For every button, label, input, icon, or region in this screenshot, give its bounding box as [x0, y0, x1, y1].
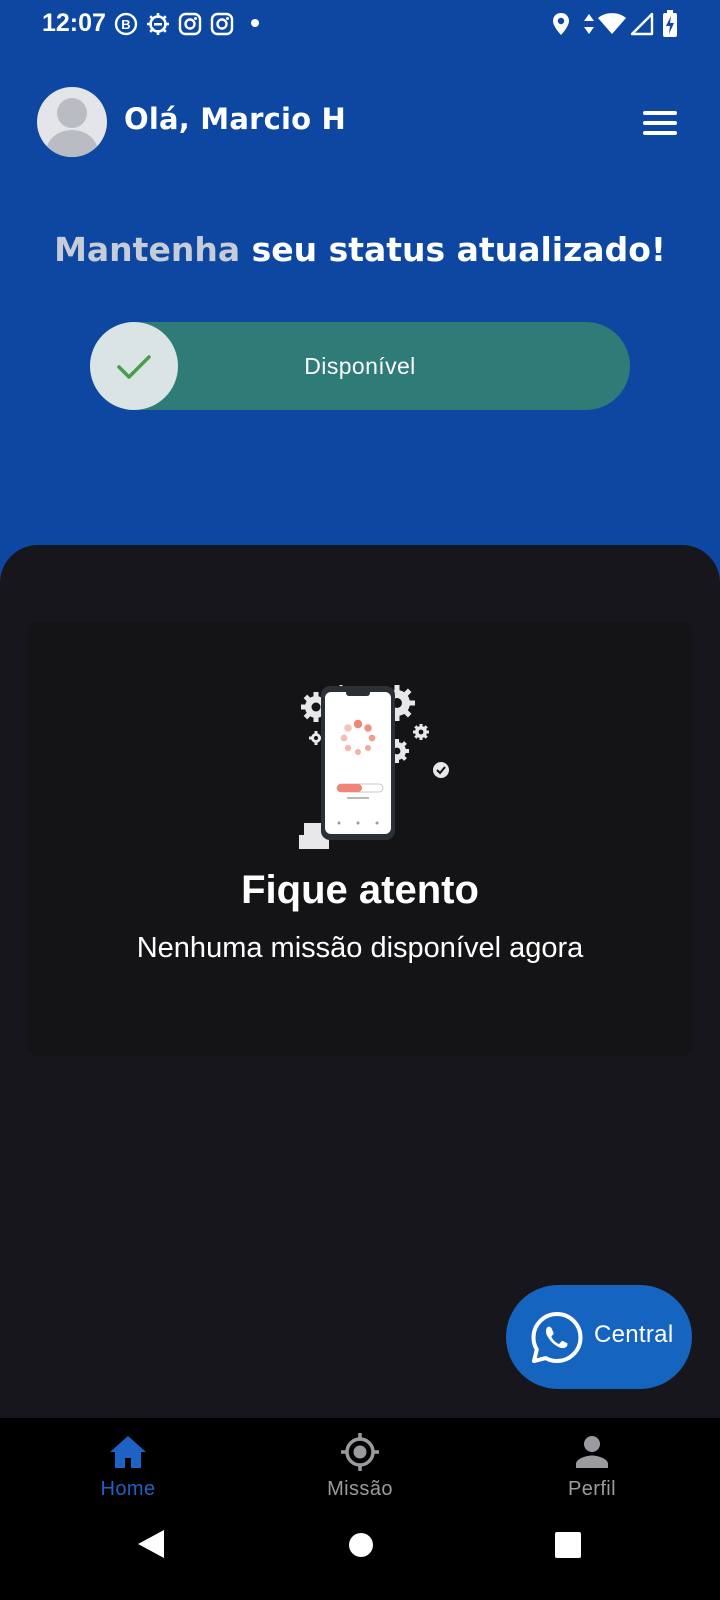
fab-label: Central [594, 1321, 674, 1348]
check-icon [117, 355, 151, 379]
status-time: 12:07 [42, 9, 106, 37]
target-icon [341, 1433, 379, 1471]
whatsapp-icon [531, 1312, 583, 1363]
availability-toggle[interactable]: Disponível [90, 322, 630, 410]
avatar-placeholder-icon [45, 98, 99, 157]
status-title: Mantenha seu status atualizado! [0, 230, 720, 269]
wifi-icon [598, 13, 626, 34]
gear-notification-icon [147, 13, 169, 35]
empty-state-title: Fique atento [241, 868, 479, 912]
home-icon [110, 1436, 146, 1468]
data-arrows-icon [584, 14, 594, 34]
nav-label-home: Home [100, 1478, 156, 1500]
toggle-knob[interactable] [90, 322, 178, 410]
system-navigation-bar [0, 1518, 720, 1600]
hamburger-menu-icon[interactable] [643, 108, 677, 138]
bottom-navigation: Home Missão Perfil [0, 1418, 720, 1518]
status-title-start: Mantenha [54, 230, 241, 269]
signal-icon [630, 12, 654, 36]
nav-item-home[interactable]: Home [28, 1418, 228, 1518]
home-circle-icon[interactable] [348, 1532, 374, 1558]
instagram-icon [210, 12, 234, 36]
svg-text:B: B [121, 17, 130, 32]
status-title-rest: seu status atualizado! [240, 230, 666, 269]
nav-label-missao: Missão [327, 1478, 393, 1500]
location-icon [553, 13, 569, 35]
greeting-text: Olá, Marcio H [124, 102, 347, 136]
battery-charging-icon [663, 10, 677, 37]
dot-icon [251, 19, 259, 27]
phone-loading-illustration [299, 685, 449, 849]
nav-item-missao[interactable]: Missão [260, 1418, 460, 1518]
avatar[interactable] [37, 87, 107, 157]
person-icon [576, 1436, 608, 1468]
empty-state-subtitle: Nenhuma missão disponível agora [136, 932, 584, 964]
back-icon[interactable] [136, 1528, 166, 1560]
nav-label-perfil: Perfil [568, 1478, 616, 1500]
instagram-icon [178, 12, 202, 36]
b-badge-icon: B [114, 12, 138, 36]
recents-square-icon[interactable] [555, 1532, 581, 1558]
nav-item-perfil[interactable]: Perfil [492, 1418, 692, 1518]
whatsapp-central-button[interactable]: Central [506, 1285, 692, 1389]
status-bar: 12:07 B [0, 0, 720, 52]
